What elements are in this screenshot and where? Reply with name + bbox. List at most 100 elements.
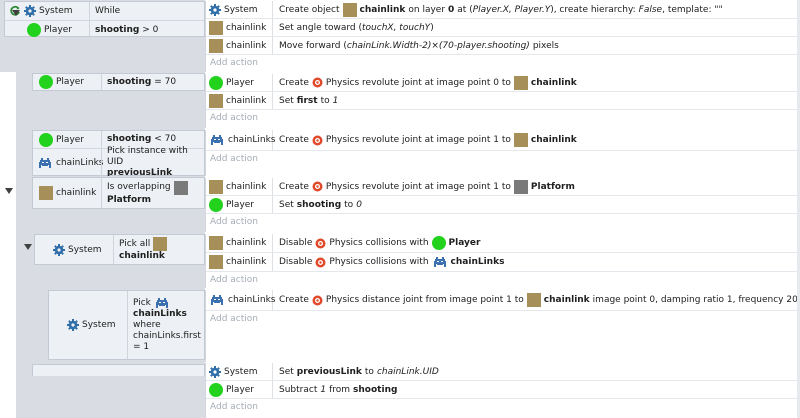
action-object-name: System	[224, 4, 258, 15]
variable-name: shooting	[353, 384, 398, 395]
add-action-button[interactable]: Add action	[206, 110, 800, 125]
invader-family-icon	[211, 135, 223, 145]
event-6-conditions[interactable]: System Pick chainLinks where chainLinks.…	[48, 290, 205, 360]
chainlink-sprite-icon	[526, 293, 541, 307]
action-row[interactable]: chainLinks Create Physics revolute joint…	[206, 130, 800, 151]
condition-object: System	[49, 319, 127, 331]
text-part: Move forward (	[279, 40, 347, 51]
collapse-toggle[interactable]	[3, 10, 20, 16]
text-part: image point 0, damping ratio 1, frequenc…	[592, 295, 798, 305]
object-name: Player	[448, 238, 481, 248]
action-row[interactable]: chainlink Disable Physics collisions wit…	[206, 253, 800, 272]
text-part: Set	[279, 199, 294, 210]
collapse-toggle[interactable]	[5, 188, 13, 194]
object-name: chainlink	[359, 4, 406, 15]
invader-family-icon	[39, 157, 51, 168]
text-part: pixels	[532, 40, 559, 51]
event-5-condition-pick-all[interactable]: System Pick all chainlink	[35, 235, 204, 264]
event-5-actions: chainlink Disable Physics collisions wit…	[205, 234, 800, 288]
add-action-button[interactable]: Add action	[206, 272, 800, 287]
collapse-toggle[interactable]	[24, 244, 32, 250]
value: 1	[332, 95, 339, 106]
action-object-name: chainlink	[226, 257, 267, 267]
event-3-actions: chainLinks Create Physics revolute joint…	[205, 130, 800, 176]
object-name: chainlink	[119, 251, 165, 261]
event-1-conditions[interactable]: System While Player shooting > 0	[4, 1, 205, 39]
add-action-button[interactable]: Add action	[206, 399, 800, 414]
text-part: Physics collisions with	[329, 238, 429, 248]
action-object: chainlink	[206, 92, 273, 109]
action-text: Create Physics distance joint from image…	[273, 293, 798, 307]
text-part: Physics revolute joint at image point 1 …	[325, 135, 511, 145]
condition-text: shooting > 0	[89, 21, 158, 39]
comparison: > 0	[142, 24, 159, 35]
text-part: Set	[279, 366, 294, 377]
physics-behavior-icon	[315, 257, 326, 267]
action-row[interactable]: chainlink Create Physics revolute joint …	[206, 178, 800, 196]
object-name: chainlink	[530, 77, 577, 88]
event-1-condition-shooting[interactable]: Player shooting > 0	[5, 21, 204, 39]
expression: chainLink.UID	[376, 366, 439, 377]
comparison: = 70	[154, 76, 177, 87]
text-part: Create	[279, 77, 309, 88]
action-row[interactable]: chainlink Disable Physics collisions wit…	[206, 234, 800, 253]
chainlink-sprite-icon	[209, 93, 223, 108]
text-part: Physics distance joint from image point …	[325, 295, 524, 305]
text-part: Create object	[279, 4, 340, 15]
action-row[interactable]: Player Set shooting to 0	[206, 196, 800, 214]
action-row[interactable]: chainlink Set angle toward (touchX, touc…	[206, 19, 800, 37]
condition-object: Player	[5, 23, 89, 37]
event-3-condition-pick-uid[interactable]: chainLinks Pick instance with UID previou…	[33, 146, 204, 178]
event-2-conditions[interactable]: Player shooting = 70	[32, 73, 205, 91]
action-row[interactable]: System Create object chainlink on layer …	[206, 1, 800, 19]
event-6-condition-pick-where[interactable]: System Pick chainLinks where chainLinks.…	[49, 291, 204, 359]
chainlink-sprite-icon	[209, 255, 223, 269]
action-object-name: chainlink	[226, 238, 267, 248]
event-1-condition-while[interactable]: System While	[5, 2, 204, 21]
action-object-name: chainlink	[226, 181, 267, 192]
add-action-button[interactable]: Add action	[206, 151, 800, 166]
action-text: Create Physics revolute joint at image p…	[273, 179, 575, 194]
physics-behavior-icon	[315, 238, 326, 248]
text-part: Set angle toward (	[279, 22, 363, 33]
player-sprite-icon	[431, 236, 446, 250]
physics-behavior-icon	[312, 295, 323, 305]
gear-icon	[209, 3, 221, 16]
action-row[interactable]: System Set previousLink to chainLink.UID	[206, 363, 800, 381]
chainlink-sprite-icon	[342, 2, 357, 17]
condition-object-name: chainlink	[56, 188, 97, 198]
event-4-condition-overlapping[interactable]: chainlink Is overlapping Platform	[33, 178, 204, 208]
boolean-value: False	[638, 4, 663, 15]
text-part: Physics revolute joint at image point 0 …	[325, 77, 511, 88]
action-row[interactable]: chainlink Move forward (chainLink.Width-…	[206, 37, 800, 55]
event-4-conditions[interactable]: chainlink Is overlapping Platform	[32, 177, 205, 209]
action-text: Create Physics revolute joint at image p…	[273, 75, 577, 90]
player-sprite-icon	[209, 197, 223, 212]
text-part: Physics revolute joint at image point 1 …	[325, 181, 511, 192]
action-row[interactable]: Player Create Physics revolute joint at …	[206, 74, 800, 92]
invader-family-icon	[211, 295, 223, 305]
add-action-button[interactable]: Add action	[206, 55, 800, 70]
event-2-condition-shooting[interactable]: Player shooting = 70	[33, 74, 204, 90]
variable-name: shooting	[95, 24, 140, 35]
chainlink-sprite-icon	[209, 20, 223, 35]
action-object-name: chainlink	[226, 22, 267, 33]
add-action-button[interactable]: Add action	[206, 311, 800, 326]
event-5-conditions[interactable]: System Pick all chainlink	[34, 234, 205, 265]
action-text: Create object chainlink on layer 0 at (P…	[273, 2, 723, 17]
action-object: Player	[206, 381, 273, 398]
event-2-actions: Player Create Physics revolute joint at …	[205, 74, 800, 128]
chainlink-sprite-icon	[513, 75, 528, 90]
condition-object-name: chainLinks	[56, 157, 104, 168]
condition-object-name: Player	[44, 25, 73, 35]
expression: chainLinks.first	[133, 331, 201, 341]
action-row[interactable]: Player Subtract 1 from shooting	[206, 381, 800, 399]
event-3-conditions[interactable]: Player shooting < 70 chainLinks Pick ins…	[32, 130, 205, 178]
add-action-button[interactable]: Add action	[206, 214, 800, 229]
action-row[interactable]: chainLinks Create Physics distance joint…	[206, 290, 800, 311]
chainlink-sprite-icon	[209, 38, 223, 53]
event-7-conditions[interactable]	[32, 364, 205, 376]
action-row[interactable]: chainlink Set first to 1	[206, 92, 800, 110]
action-text: Set angle toward (touchX, touchY)	[273, 23, 434, 33]
action-object-name: Player	[226, 199, 255, 210]
